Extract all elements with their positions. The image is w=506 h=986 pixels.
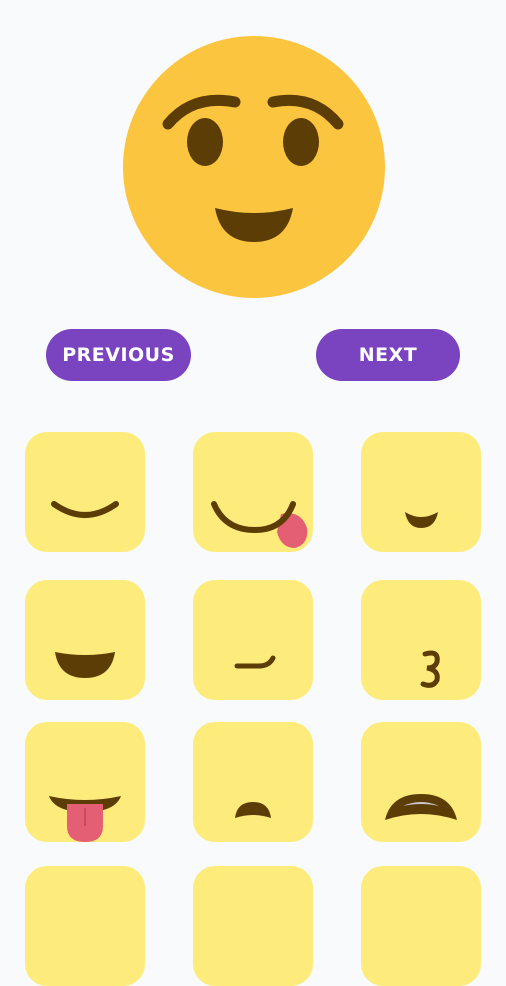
- mouth-option-small-smile[interactable]: [361, 432, 481, 552]
- mouth-option-kiss[interactable]: [361, 580, 481, 700]
- mouth-options-grid: [0, 0, 506, 986]
- small-frown-icon: [235, 802, 271, 818]
- mouth-option-tongue-out[interactable]: [25, 722, 145, 842]
- grimace-teeth-icon: [385, 794, 457, 820]
- mouth-option-row4-3[interactable]: [361, 866, 481, 986]
- mouth-option-grimace-teeth[interactable]: [361, 722, 481, 842]
- mouth-option-closed-smile[interactable]: [25, 432, 145, 552]
- closed-smile-icon: [51, 501, 119, 518]
- mouth-option-row4-2[interactable]: [193, 866, 313, 986]
- mouth-option-smile-tongue-out[interactable]: [193, 432, 313, 552]
- small-smile-icon: [405, 512, 438, 528]
- tongue-out-icon: [49, 796, 121, 842]
- mouth-option-smirk[interactable]: [193, 580, 313, 700]
- smile-tongue-out-icon: [211, 501, 308, 548]
- mouth-option-open-smile[interactable]: [25, 580, 145, 700]
- mouth-option-small-frown[interactable]: [193, 722, 313, 842]
- smirk-icon: [234, 655, 276, 669]
- kiss-icon: [420, 650, 440, 688]
- open-smile-icon: [55, 652, 115, 678]
- mouth-option-row4-1[interactable]: [25, 866, 145, 986]
